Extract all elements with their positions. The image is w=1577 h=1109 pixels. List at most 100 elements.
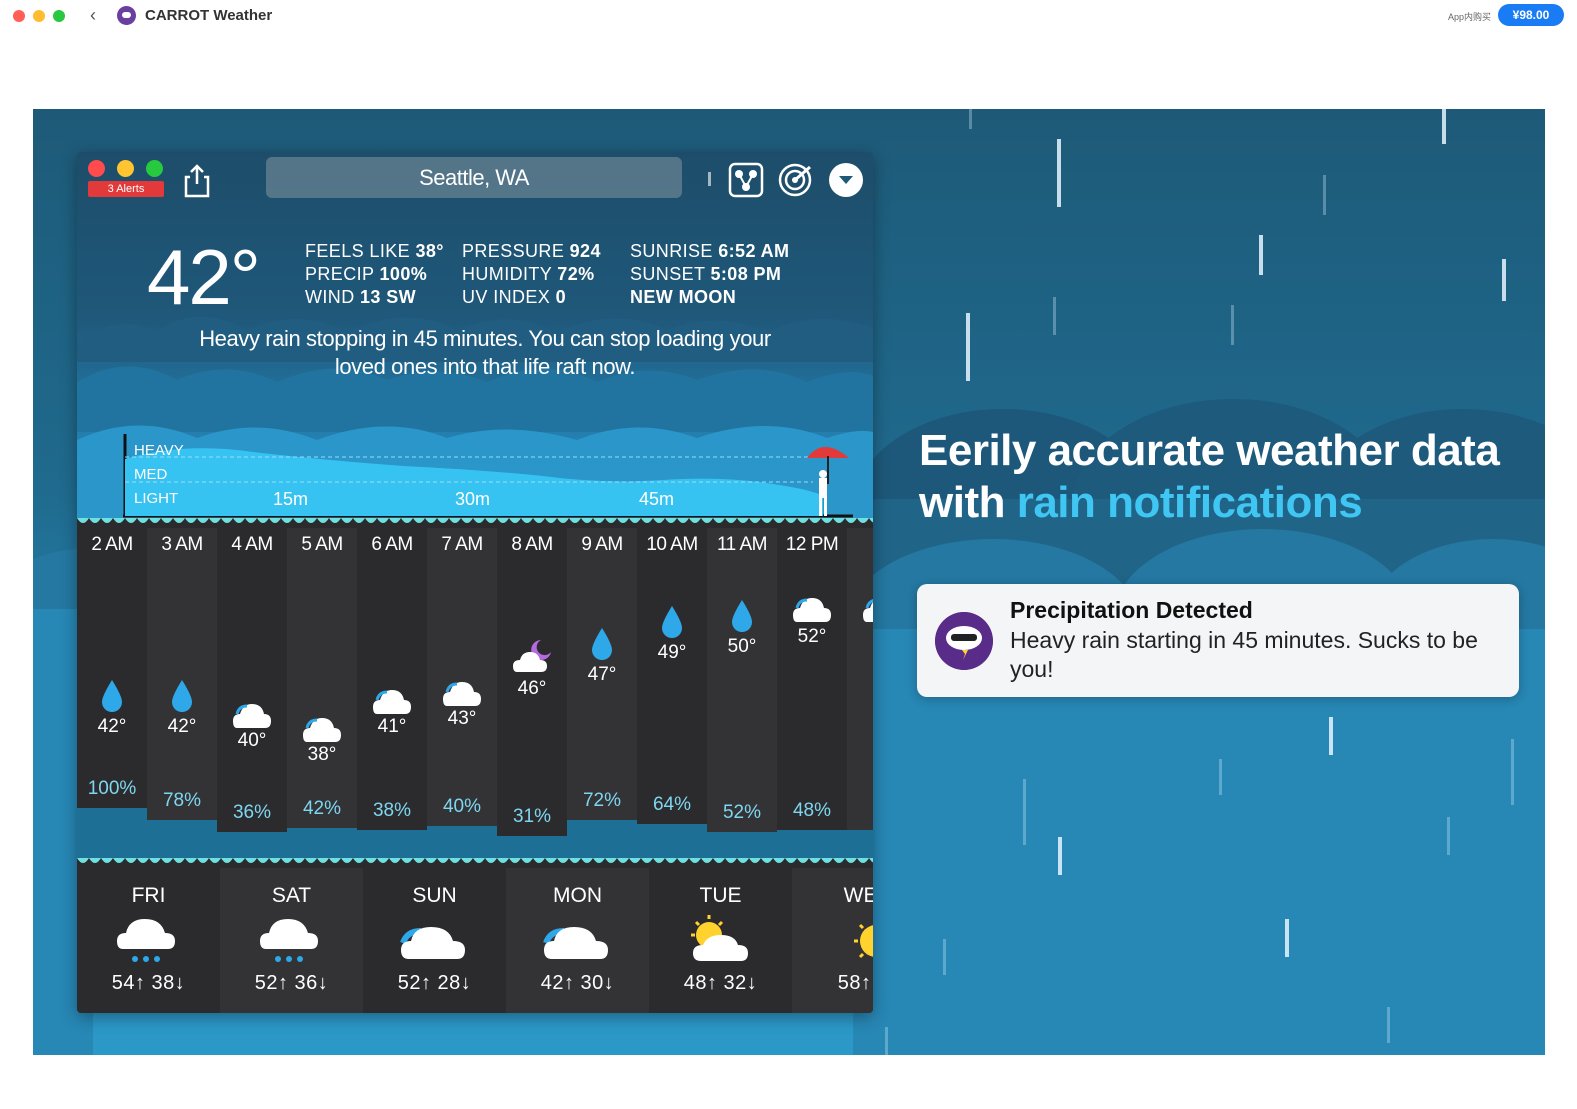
- hourly-column: 7 AM 43° 40%: [427, 528, 497, 858]
- hour-precip-chance: 100%: [87, 778, 137, 799]
- sunset-value: 5:08 PM: [710, 264, 782, 284]
- daily-column: FRI 54↑ 38↓: [77, 868, 220, 1013]
- sunrise-label: SUNRISE: [630, 241, 713, 261]
- hourly-column: 3 AM 42° 78%: [147, 528, 217, 858]
- hour-precip-chance: 40%: [442, 796, 482, 817]
- hour-label: 6 AM: [371, 534, 413, 555]
- app-minimize-dot[interactable]: [117, 160, 134, 177]
- radar-icon[interactable]: [777, 162, 813, 198]
- zoom-window-button[interactable]: [53, 10, 65, 22]
- share-icon[interactable]: [183, 164, 211, 198]
- daily-column: SAT 52↑ 36↓: [220, 868, 363, 1013]
- day-high-low: 52↑ 36↓: [254, 972, 329, 994]
- hour-precip-chance: 64%: [652, 794, 692, 815]
- raindrop-streak: [943, 939, 946, 975]
- promo-headline: Eerily accurate weather data with rain n…: [919, 425, 1500, 529]
- daily-column: MON 42↑ 30↓: [506, 868, 649, 1013]
- feels-like-label: FEELS LIKE: [305, 241, 411, 261]
- alerts-badge[interactable]: 3 Alerts: [88, 181, 164, 197]
- day-high-low: 52↑ 28↓: [397, 972, 472, 994]
- hour-temperature: 50°: [727, 636, 757, 657]
- hourly-forecast[interactable]: 2 AM 42° 100% 3 AM 42° 78% 4 AM 40° 36% 5 AM 38°…: [77, 528, 873, 858]
- hour-label: 12 PM: [785, 534, 839, 555]
- dropdown-chevron-icon[interactable]: [828, 162, 864, 198]
- rain-cloud-icon: [256, 913, 326, 969]
- hourly-column: 5 AM 38° 42%: [287, 528, 357, 858]
- humidity-label: HUMIDITY: [462, 264, 552, 284]
- daily-column: SUN 52↑ 28↓: [363, 868, 506, 1013]
- rain-level-light: LIGHT: [134, 490, 179, 507]
- sunrise-value: 6:52 AM: [718, 241, 790, 261]
- raindrop-icon: [91, 678, 133, 714]
- day-label: SUN: [412, 884, 457, 907]
- raindrop-streak: [1285, 919, 1289, 957]
- raindrop-streak: [1053, 297, 1056, 335]
- uv-index-value: 0: [555, 287, 567, 307]
- precip-label: PRECIP: [305, 264, 375, 284]
- minimize-window-button[interactable]: [33, 10, 45, 22]
- raindrop-streak: [1442, 109, 1446, 144]
- hour-label: 8 AM: [511, 534, 553, 555]
- precip-bar: [77, 808, 147, 858]
- sunset-label: SUNSET: [630, 264, 706, 284]
- hourly-column: 12 PM 52° 48%: [777, 528, 847, 858]
- app-close-dot[interactable]: [88, 160, 105, 177]
- precip-bar: [777, 830, 847, 858]
- cloud-icon: [399, 913, 469, 969]
- raindrop-streak: [885, 1027, 888, 1055]
- toolbar-divider: [708, 172, 711, 186]
- raindrop-streak: [1023, 779, 1026, 845]
- day-label: WEI: [843, 884, 873, 907]
- headline-line-1: Eerily accurate weather data: [919, 426, 1500, 475]
- partly-sunny-icon: [685, 913, 755, 969]
- raindrop-streak: [966, 313, 970, 381]
- moon-phase: NEW MOON: [630, 287, 737, 307]
- cloud-icon: [542, 913, 612, 969]
- hour-label: 3 AM: [161, 534, 203, 555]
- hour-precip-chance: 31%: [512, 806, 552, 827]
- daily-forecast[interactable]: FRI 54↑ 38↓ SAT 52↑ 36↓ SUN 52↑ 28↓ MON 42↑…: [77, 868, 873, 1013]
- hour-temperature: 47°: [587, 664, 617, 685]
- precip-bar: [427, 826, 497, 858]
- hourly-column: 1 5: [847, 528, 873, 858]
- precipitation-notification[interactable]: Precipitation Detected Heavy rain starti…: [917, 584, 1519, 697]
- location-selector[interactable]: Seattle, WA: [266, 157, 682, 198]
- back-chevron-icon[interactable]: ‹: [90, 5, 96, 26]
- hour-precip-chance: 38%: [372, 800, 412, 821]
- app-zoom-dot[interactable]: [146, 160, 163, 177]
- day-high-low: 48↑ 32↓: [683, 972, 758, 994]
- day-high-low: 54↑ 38↓: [111, 972, 186, 994]
- close-window-button[interactable]: [13, 10, 25, 22]
- rain-time-30m: 30m: [455, 489, 491, 509]
- hourly-column: 11 AM 50° 52%: [707, 528, 777, 858]
- precip-bar: [217, 832, 287, 858]
- wind-label: WIND: [305, 287, 355, 307]
- rain-time-45m: 45m: [639, 489, 675, 509]
- layers-icon[interactable]: [728, 162, 764, 198]
- raindrop-streak: [1259, 235, 1263, 275]
- precip-bar: [637, 824, 707, 858]
- hourly-column: 6 AM 41° 38%: [357, 528, 427, 858]
- notification-body: Heavy rain starting in 45 minutes. Sucks…: [1010, 627, 1478, 682]
- precip-bar: [497, 836, 567, 858]
- price-button[interactable]: ¥98.00: [1498, 4, 1564, 26]
- raindrop-streak: [1447, 817, 1450, 855]
- hour-precip-chance: 48%: [792, 800, 832, 821]
- hour-precip-chance: 52%: [722, 802, 762, 823]
- hour-label: 1: [847, 534, 873, 556]
- rain-time-15m: 15m: [273, 489, 309, 509]
- hourly-column: 10 AM 49° 64%: [637, 528, 707, 858]
- raindrop-streak: [1058, 837, 1062, 875]
- raindrop-streak: [1511, 739, 1514, 805]
- hour-precip-chance: 42%: [302, 798, 342, 819]
- raindrop-streak: [1231, 305, 1234, 345]
- day-label: TUE: [699, 884, 742, 907]
- precip-bar: [567, 820, 637, 858]
- day-high-low: 58↑ 4: [837, 972, 873, 994]
- notification-title: Precipitation Detected: [1010, 597, 1253, 623]
- precip-bar: [847, 830, 873, 858]
- precip-bar: [147, 820, 217, 858]
- raindrop-streak: [1329, 717, 1333, 755]
- weather-summary: Heavy rain stopping in 45 minutes. You c…: [199, 326, 771, 379]
- hour-label: 4 AM: [231, 534, 273, 555]
